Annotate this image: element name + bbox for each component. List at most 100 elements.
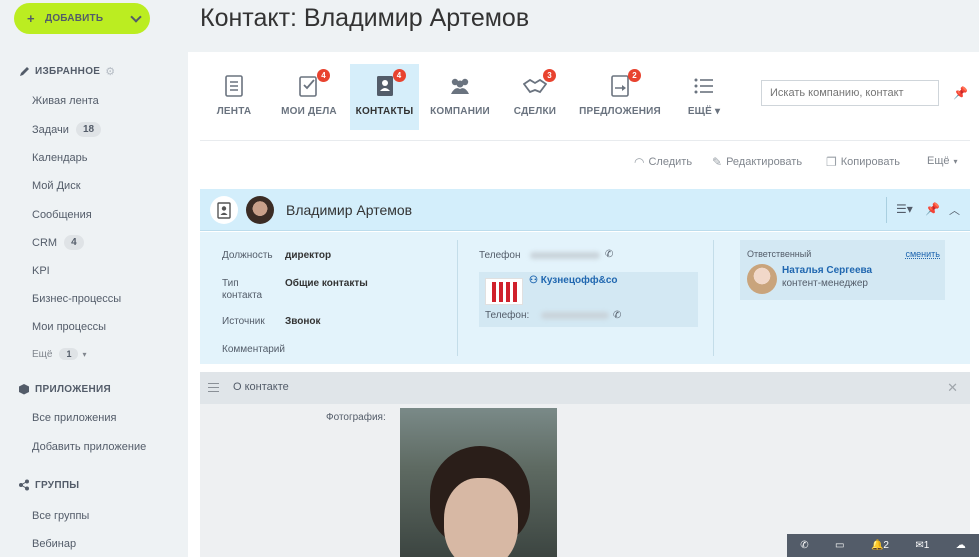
- notifications-button[interactable]: 🔔 2: [871, 540, 889, 551]
- sidebar-item-tasks[interactable]: Задачи 18: [32, 122, 102, 137]
- avatar: [747, 264, 777, 294]
- follow-label: Следить: [648, 156, 693, 168]
- sidebar-more[interactable]: Ещё 1 ▾: [32, 348, 87, 360]
- sidebar-item-disk[interactable]: Мой Диск: [32, 180, 81, 192]
- close-icon[interactable]: ✕: [947, 380, 958, 396]
- field-label-type: Тип контакта: [222, 278, 263, 301]
- contact-card-header: Владимир Артемов ☰▾ 📌 ︿: [200, 189, 970, 231]
- search-input[interactable]: [761, 80, 939, 106]
- divider: [713, 240, 714, 356]
- sidebar-item-my-processes[interactable]: Мои процессы: [32, 321, 106, 333]
- field-value-type: Общие контакты: [285, 278, 368, 289]
- responsible-label: Ответственный: [747, 249, 812, 259]
- tab-label: КОНТАКТЫ: [355, 106, 414, 117]
- contact-name: Владимир Артемов: [286, 202, 413, 218]
- edit-icon: ✎: [712, 155, 723, 169]
- contact-photo: [400, 408, 557, 557]
- tab-label: ЛЕНТА: [216, 106, 252, 117]
- tab-feed[interactable]: ЛЕНТА: [208, 64, 260, 130]
- add-button[interactable]: + ДОБАВИТЬ: [14, 3, 150, 34]
- edit-button[interactable]: ✎ Редактировать: [712, 155, 802, 169]
- tab-my-activities[interactable]: 4 МОИ ДЕЛА: [275, 64, 343, 130]
- sidebar-item-label: Бизнес-процессы: [32, 293, 122, 305]
- sidebar-item-bizproc[interactable]: Бизнес-процессы: [32, 293, 121, 305]
- sidebar-item-calendar[interactable]: Календарь: [32, 152, 88, 164]
- mail-icon: ✉: [915, 540, 924, 551]
- tab-companies[interactable]: КОМПАНИИ: [428, 64, 492, 130]
- follow-button[interactable]: ◠ Следить: [634, 155, 692, 169]
- list-settings-icon[interactable]: ☰▾: [896, 202, 913, 216]
- groups-header[interactable]: ГРУППЫ: [18, 479, 79, 491]
- handshake-icon: 3: [523, 69, 556, 98]
- notifications-count: 2: [883, 540, 889, 551]
- sidebar-item-feed[interactable]: Живая лента: [32, 95, 99, 107]
- gear-icon[interactable]: ⚙: [105, 65, 115, 78]
- tab-proposals[interactable]: 2 ПРЕДЛОЖЕНИЯ: [578, 64, 662, 130]
- divider: [200, 140, 970, 141]
- notification-badge: 2: [628, 69, 641, 82]
- tab-label: ЕЩЁ ▾: [687, 106, 721, 117]
- list-icon: [692, 74, 716, 98]
- sidebar-item-add-app[interactable]: Добавить приложение: [32, 441, 146, 453]
- sidebar-item-label: CRM: [32, 236, 58, 249]
- people-icon: [448, 74, 472, 98]
- proposal-icon: 2: [608, 69, 641, 98]
- messages-button[interactable]: ✉ 1: [915, 540, 929, 551]
- phone-icon[interactable]: ✆: [800, 540, 808, 551]
- tab-contacts[interactable]: 4 КОНТАКТЫ: [350, 64, 419, 130]
- notification-badge: 4: [317, 69, 330, 82]
- phone-call-icon[interactable]: ✆: [605, 249, 613, 261]
- sidebar-item-label: Все приложения: [32, 412, 117, 424]
- sidebar-item-label: Задачи: [32, 123, 69, 136]
- apps-header[interactable]: ПРИЛОЖЕНИЯ: [18, 383, 111, 395]
- field-value-position: директор: [285, 250, 332, 261]
- tab-more[interactable]: ЕЩЁ ▾: [684, 64, 724, 130]
- chevron-up-icon[interactable]: ︿: [949, 202, 960, 218]
- document-icon: [222, 74, 246, 98]
- groups-title: ГРУППЫ: [35, 479, 80, 491]
- sidebar-item-label: Вебинар: [32, 538, 77, 550]
- pin-icon[interactable]: 📌: [953, 86, 968, 100]
- field-value-source: Звонок: [285, 316, 321, 327]
- pen-icon: [18, 66, 30, 78]
- change-responsible-link[interactable]: сменить: [905, 248, 940, 260]
- sidebar-item-messages[interactable]: Сообщения: [32, 209, 92, 221]
- crm-panel: ЛЕНТА 4 МОИ ДЕЛА 4 КОНТАКТЫ КОМПАНИИ 3 С…: [188, 52, 979, 557]
- sidebar-item-label: Живая лента: [32, 95, 99, 107]
- phone-call-icon[interactable]: ✆: [613, 310, 621, 322]
- sidebar-item-all-apps[interactable]: Все приложения: [32, 412, 116, 424]
- sidebar-item-all-groups[interactable]: Все группы: [32, 510, 89, 522]
- sidebar-item-kpi[interactable]: KPI: [32, 265, 50, 277]
- photo-label: Фотография:: [326, 412, 386, 423]
- field-label-comment: Комментарий: [222, 344, 285, 355]
- company-name-link[interactable]: ⚇ Кузнецофф&co: [529, 275, 618, 286]
- copy-button[interactable]: ❐ Копировать: [826, 155, 900, 169]
- contact-book-icon: 4: [373, 69, 406, 98]
- tab-deals[interactable]: 3 СДЕЛКИ: [510, 64, 560, 130]
- tab-label: ПРЕДЛОЖЕНИЯ: [579, 106, 661, 117]
- field-label-phone: Телефон: [479, 250, 521, 261]
- company-card[interactable]: ⚇ Кузнецофф&co Телефон: ✆: [479, 272, 698, 327]
- cloud-icon[interactable]: ☁: [956, 540, 966, 551]
- chat-icon[interactable]: ▭: [835, 540, 844, 551]
- drag-handle-icon[interactable]: [208, 383, 219, 392]
- count-badge: 18: [75, 122, 102, 137]
- chevron-down-icon: ▾: [953, 156, 958, 166]
- sidebar-item-crm[interactable]: CRM 4: [32, 235, 84, 250]
- company-name: Кузнецофф&co: [540, 275, 618, 286]
- tab-more-label: ЕЩЁ: [687, 106, 712, 117]
- chevron-down-icon[interactable]: [130, 11, 142, 23]
- chevron-down-icon: ▾: [82, 349, 87, 359]
- messages-count: 1: [923, 540, 930, 551]
- sidebar-item-label: Мой Диск: [32, 180, 81, 192]
- favorites-header[interactable]: ИЗБРАННОЕ ⚙: [18, 65, 115, 78]
- sidebar-item-label: Сообщения: [32, 209, 92, 221]
- phone-value-redacted: [530, 252, 600, 259]
- pin-icon[interactable]: 📌: [925, 202, 940, 216]
- company-phone-redacted: [541, 312, 609, 319]
- more-actions-button[interactable]: Ещё ▾: [927, 155, 958, 167]
- responsible-name-link[interactable]: Наталья Сергеева: [782, 265, 872, 276]
- sidebar-more-label: Ещё: [32, 348, 53, 360]
- cube-icon: [18, 383, 30, 395]
- sidebar-item-webinar[interactable]: Вебинар: [32, 538, 76, 550]
